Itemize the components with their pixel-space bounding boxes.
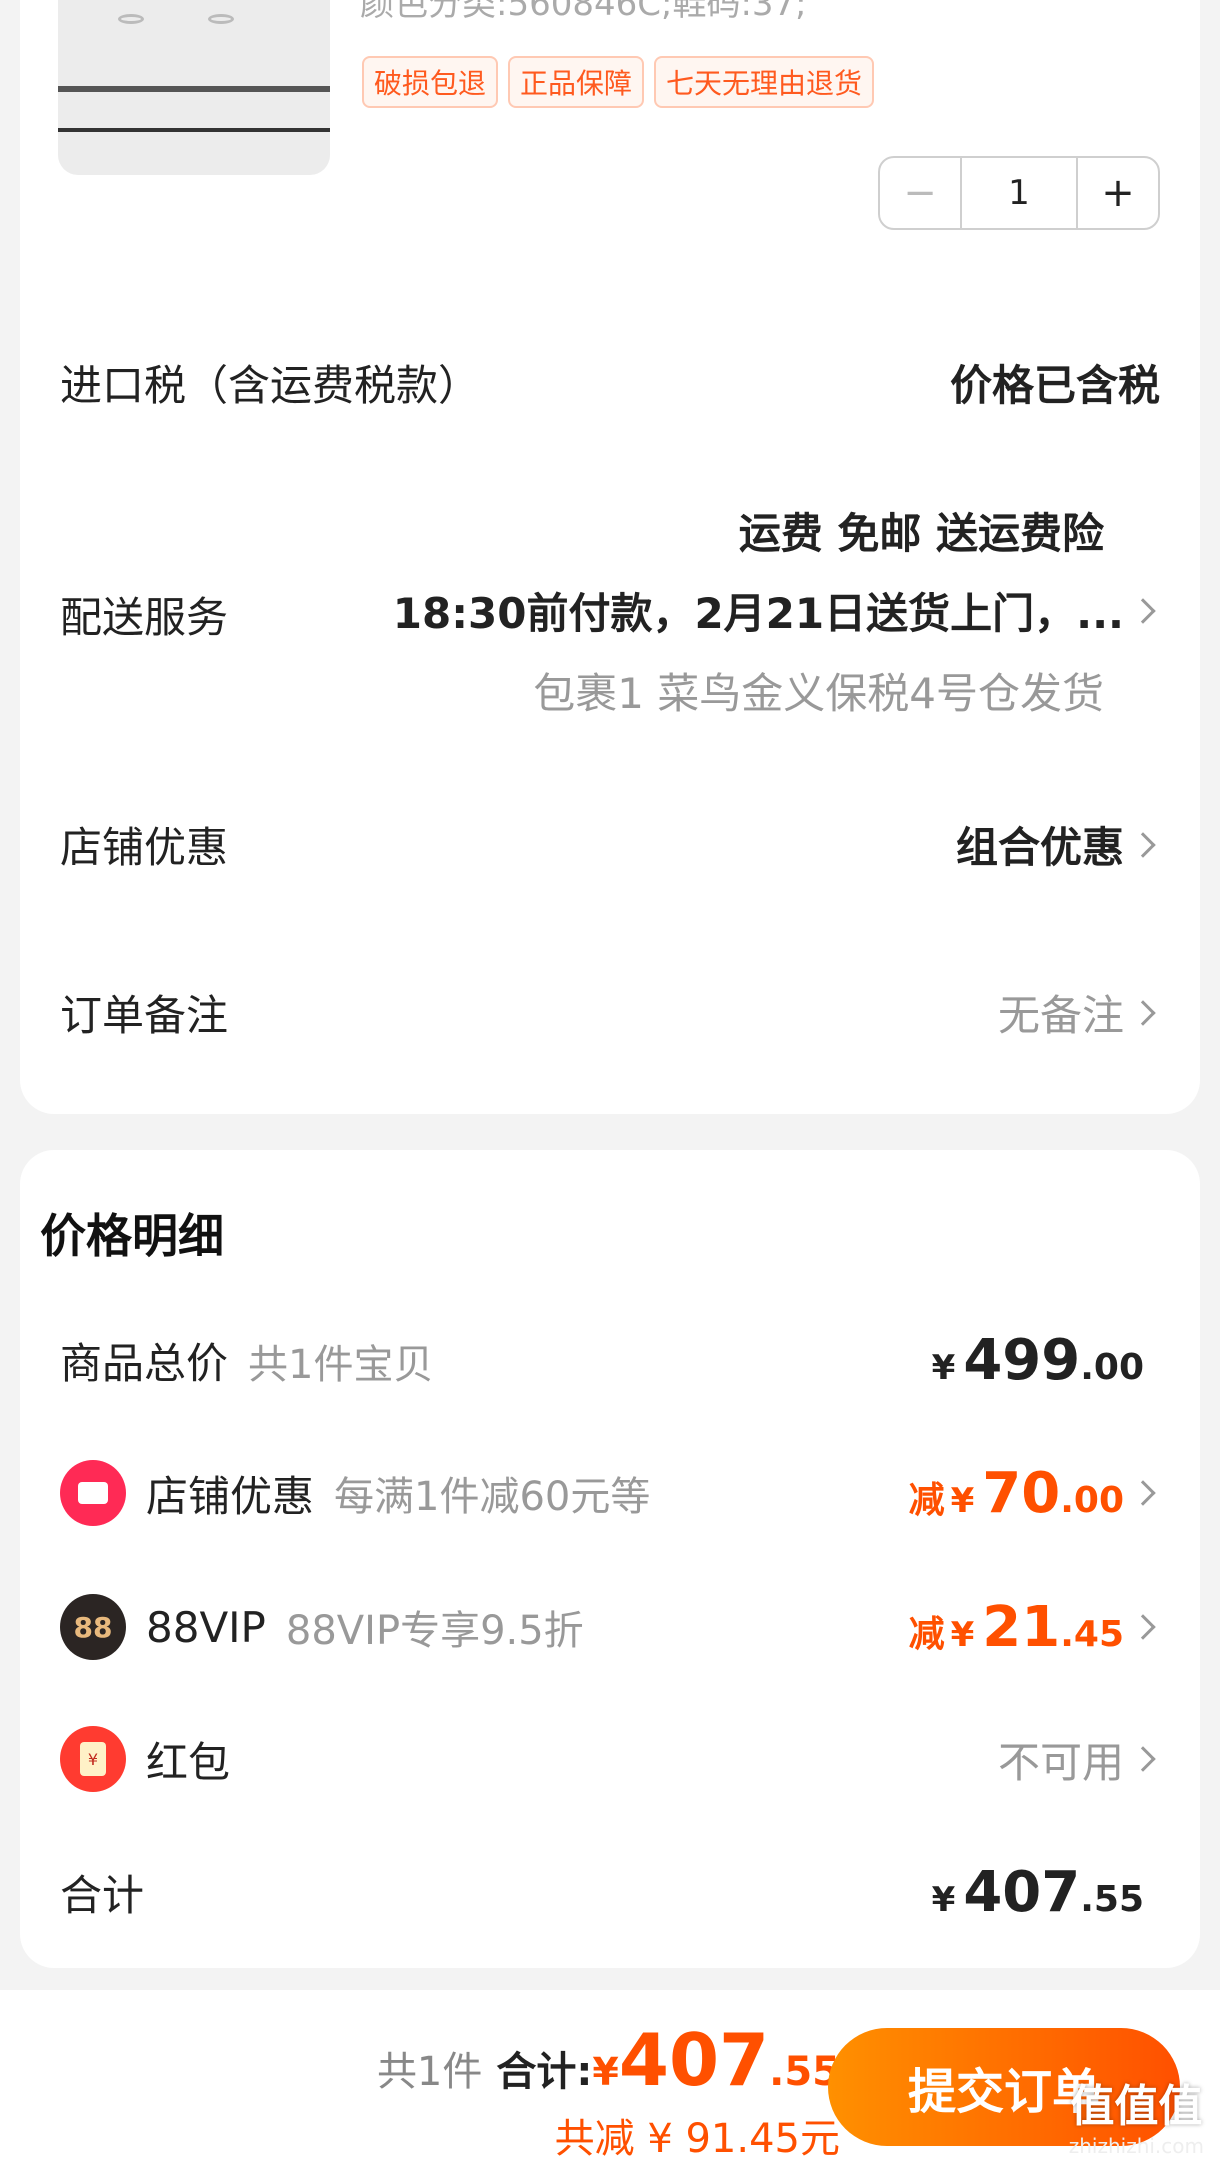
vip-discount-sub: 88VIP专享9.5折	[285, 1608, 584, 1654]
currency-symbol: ¥	[950, 1614, 975, 1655]
vip-discount-price: 减 ¥ 21 .45	[909, 1595, 1124, 1660]
shoe-lace-mark	[208, 14, 234, 24]
delivery-time-text: 18:30前付款，2月21日送货上门，...	[392, 589, 1124, 638]
shop-promo-row[interactable]: 店铺优惠 组合优惠	[60, 814, 1160, 875]
shoe-sole-stripe	[58, 86, 330, 92]
item-count: 共1件	[376, 2049, 483, 2095]
price-decimal: .45	[1060, 1613, 1124, 1655]
minus-word: 减	[908, 1613, 945, 1655]
service-tag: 正品保障	[508, 56, 645, 108]
delivery-time[interactable]: 18:30前付款，2月21日送货上门，...	[393, 580, 1160, 641]
red-packet-label: 红包	[146, 1737, 231, 1787]
price-decimal: .00	[1080, 1347, 1144, 1388]
order-note-value-group: 无备注	[998, 982, 1160, 1043]
increase-quantity-button[interactable]: +	[1078, 158, 1158, 228]
vip-discount-row[interactable]: 88 88VIP 88VIP专享9.5折 减 ¥ 21 .45	[60, 1594, 1160, 1660]
checkout-total-price: ¥ 407 .55	[592, 2018, 840, 2102]
price-integer: 499	[963, 1328, 1081, 1393]
checkout-summary: 共1件 合计: ¥ 407 .55 共减 ¥ 91.45元	[377, 2018, 840, 2164]
price-integer: 70	[982, 1460, 1061, 1526]
price-detail-card	[20, 1150, 1200, 1968]
goods-total-label: 商品总价	[60, 1339, 229, 1388]
shop-icon-shape	[78, 1482, 108, 1504]
vip-discount-left: 88 88VIP 88VIP专享9.5折	[60, 1594, 584, 1660]
product-spec: 颜色分类:560846C;鞋码:37;	[360, 0, 807, 24]
chevron-right-icon	[1130, 597, 1156, 624]
product-thumbnail[interactable]	[58, 0, 330, 175]
shop-discount-sub: 每满1件减60元等	[334, 1474, 651, 1520]
chevron-right-icon	[1130, 999, 1156, 1026]
price-integer: 407	[618, 2018, 770, 2102]
checkout-bar: 共1件 合计: ¥ 407 .55 共减 ¥ 91.45元 提交订单 值值值 z…	[0, 1990, 1220, 2164]
shop-promo-value-group: 组合优惠	[956, 814, 1160, 875]
watermark-site: zhizhizhi.com	[1068, 2134, 1204, 2158]
price-detail-title: 价格明细	[40, 1209, 224, 1263]
chevron-right-icon	[1130, 1614, 1156, 1640]
decrease-quantity-button[interactable]: −	[880, 158, 960, 228]
import-tax-label: 进口税（含运费税款）	[60, 361, 481, 410]
delivery-fee-text: 运费 免邮 送运费险	[738, 509, 1104, 558]
chevron-right-icon	[1130, 1480, 1156, 1506]
price-integer: 407	[963, 1860, 1081, 1925]
red-packet-row[interactable]: ¥ 红包 不可用	[60, 1726, 1160, 1792]
import-tax-row: 进口税（含运费税款） 价格已含税	[60, 352, 1160, 413]
currency-symbol: ¥	[931, 1348, 956, 1388]
shop-discount-row[interactable]: 店铺优惠 每满1件减60元等 减 ¥ 70 .00	[60, 1460, 1160, 1526]
chevron-right-icon	[1130, 831, 1156, 858]
shop-icon	[60, 1460, 126, 1526]
vip-discount-value-group: 减 ¥ 21 .45	[909, 1595, 1160, 1660]
shop-promo-value: 组合优惠	[955, 823, 1124, 872]
currency-symbol: ¥	[592, 2050, 619, 2094]
goods-total-sub: 共1件宝贝	[248, 1341, 434, 1388]
currency-symbol: ¥	[931, 1880, 956, 1920]
order-card: 颜色分类:560846C;鞋码:37; 破损包退 正品保障 七天无理由退货 − …	[20, 0, 1200, 1114]
currency-symbol: ¥	[950, 1480, 975, 1521]
price-decimal: .00	[1060, 1479, 1124, 1521]
total-label: 合计	[60, 1871, 145, 1920]
shoe-sole-line	[58, 128, 330, 132]
shop-discount-price: 减 ¥ 70 .00	[909, 1461, 1124, 1526]
service-tag: 七天无理由退货	[654, 56, 875, 108]
88vip-icon: 88	[60, 1594, 126, 1660]
red-packet-value-group: 不可用	[998, 1729, 1160, 1790]
shop-discount-label: 店铺优惠	[146, 1471, 315, 1521]
chevron-right-icon	[1130, 1746, 1156, 1772]
minus-word: 减	[908, 1479, 945, 1521]
service-tags: 破损包退 正品保障 七天无理由退货	[362, 56, 875, 108]
watermark-logo: 值值值	[1070, 2081, 1203, 2132]
order-note-value: 无备注	[997, 991, 1124, 1040]
vip-discount-label: 88VIP	[146, 1602, 266, 1652]
delivery-warehouse-text: 包裹1 菜鸟金义保税4号仓发货	[533, 669, 1104, 718]
saved-amount: 共减 ¥ 91.45元	[554, 2116, 840, 2162]
order-note-row[interactable]: 订单备注 无备注	[60, 982, 1160, 1043]
price-decimal: .55	[1080, 1879, 1144, 1920]
shop-discount-value-group: 减 ¥ 70 .00	[909, 1461, 1160, 1526]
goods-total-price: ¥ 499 .00	[932, 1328, 1144, 1393]
goods-total-row: 商品总价 共1件宝贝 ¥ 499 .00	[60, 1328, 1160, 1393]
quantity-value[interactable]: 1	[960, 158, 1078, 228]
total-price: ¥ 407 .55	[932, 1860, 1144, 1925]
import-tax-value: 价格已含税	[949, 361, 1160, 410]
shop-discount-left: 店铺优惠 每满1件减60元等	[60, 1460, 650, 1526]
site-watermark: 值值值 zhizhizhi.com	[1069, 2070, 1204, 2158]
service-tag: 破损包退	[362, 56, 499, 108]
price-integer: 21	[982, 1594, 1061, 1660]
shoe-lace-mark	[118, 14, 144, 24]
checkout-total-label: 合计:	[496, 2049, 593, 2095]
goods-total-left: 商品总价 共1件宝贝	[60, 1330, 433, 1391]
checkout-total-line: 共1件 合计: ¥ 407 .55	[377, 2018, 840, 2102]
red-packet-icon: ¥	[60, 1726, 126, 1792]
delivery-label: 配送服务	[60, 593, 229, 642]
red-packet-value: 不可用	[997, 1737, 1124, 1787]
total-row: 合计 ¥ 407 .55	[60, 1860, 1160, 1925]
order-note-label: 订单备注	[60, 991, 229, 1040]
red-packet-icon-shape: ¥	[80, 1742, 106, 1776]
red-packet-left: ¥ 红包	[60, 1726, 230, 1792]
shop-promo-label: 店铺优惠	[60, 823, 229, 872]
quantity-stepper: − 1 +	[878, 156, 1160, 230]
